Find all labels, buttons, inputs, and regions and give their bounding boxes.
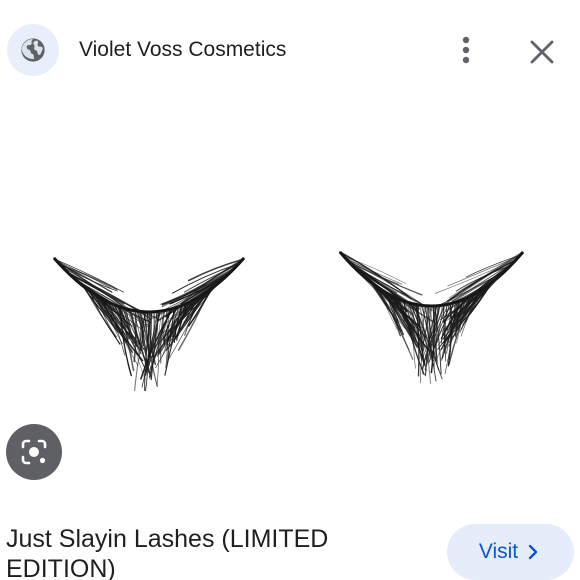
close-icon [530,40,554,64]
image-preview-page: Violet Voss Cosmetics Just Slayin Lashes… [0,0,580,580]
right-eyelash [338,251,525,384]
product-title[interactable]: Just Slayin Lashes (LIMITED EDITION) [6,524,426,580]
left-eyelash [52,257,246,392]
site-name[interactable]: Violet Voss Cosmetics [79,36,286,64]
product-image[interactable] [0,100,580,510]
chevron-right-icon [528,544,538,560]
more-options-button[interactable] [448,32,484,68]
globe-icon [21,38,45,62]
visit-button[interactable]: Visit [447,524,574,580]
visit-button-label: Visit [478,540,519,563]
close-button[interactable] [522,32,562,72]
preview-header: Violet Voss Cosmetics [0,0,580,100]
site-favicon[interactable] [7,24,59,76]
false-eyelashes-image [52,251,525,392]
more-vertical-icon [462,36,470,64]
lens-search-button[interactable] [6,424,62,480]
lens-search-icon [21,439,47,465]
